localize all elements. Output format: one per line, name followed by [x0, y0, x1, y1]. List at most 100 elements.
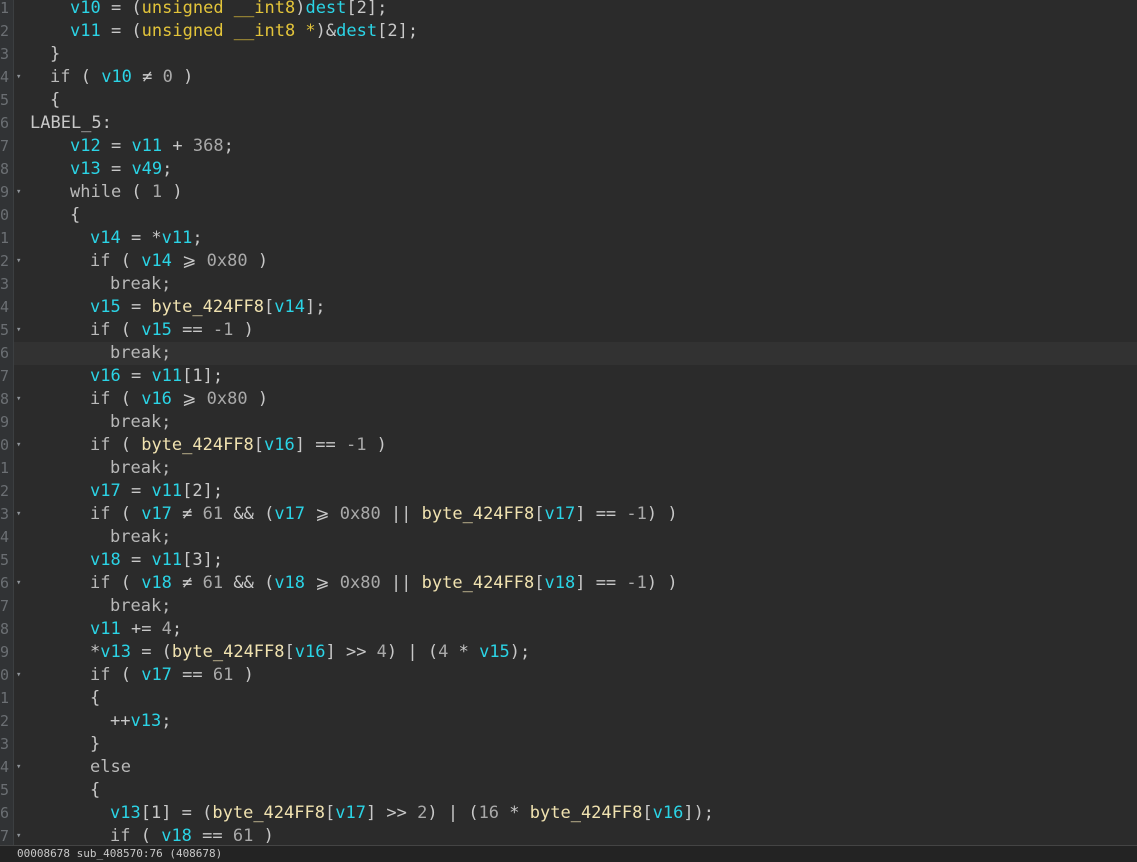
fold-chevron-icon[interactable]: ▾: [16, 434, 26, 457]
code-token-var[interactable]: v11: [162, 228, 193, 248]
code-token-fn[interactable]: byte_424FF8: [151, 297, 264, 317]
code-token-var[interactable]: v11: [151, 366, 182, 386]
code-token-var[interactable]: v13: [70, 159, 101, 179]
code-line[interactable]: if ( v17 == 61 ): [90, 664, 254, 687]
code-token-var[interactable]: v15: [141, 320, 172, 340]
code-token-var[interactable]: v13: [110, 803, 141, 823]
code-line[interactable]: if ( v14 ⩾ 0x80 ): [90, 250, 268, 273]
code-token-var[interactable]: v13: [130, 711, 161, 731]
code-token-num: -1: [345, 435, 367, 455]
code-token-var[interactable]: v12: [70, 136, 101, 156]
code-line[interactable]: {: [90, 779, 100, 802]
code-token-var[interactable]: v10: [70, 0, 101, 18]
fold-chevron-icon[interactable]: ▾: [16, 250, 26, 273]
code-line[interactable]: if ( v16 ⩾ 0x80 ): [90, 388, 268, 411]
code-token-var[interactable]: v11: [151, 481, 182, 501]
fold-chevron-icon[interactable]: ▾: [16, 664, 26, 687]
code-line[interactable]: v10 = (unsigned __int8)dest[2];: [70, 0, 387, 20]
code-line[interactable]: v14 = *v11;: [90, 227, 203, 250]
code-line[interactable]: v18 = v11[3];: [90, 549, 223, 572]
code-token-kw: break;: [110, 596, 172, 616]
code-token-var[interactable]: v11: [70, 21, 101, 41]
code-line[interactable]: if ( v18 == 61 ): [110, 825, 274, 845]
code-token-fn[interactable]: byte_424FF8: [212, 803, 325, 823]
code-token-var[interactable]: dest: [305, 0, 346, 18]
code-token-var[interactable]: v18: [141, 573, 172, 593]
code-token-op: ==: [171, 665, 213, 685]
code-line[interactable]: if ( v17 ≠ 61 && (v17 ⩾ 0x80 || byte_424…: [90, 503, 678, 526]
code-token-var[interactable]: v18: [545, 573, 576, 593]
code-token-var[interactable]: v17: [545, 504, 576, 524]
fold-chevron-icon[interactable]: ▾: [16, 319, 26, 342]
code-line[interactable]: v12 = v11 + 368;: [70, 135, 234, 158]
code-token-var[interactable]: v17: [141, 504, 172, 524]
code-line[interactable]: break;: [110, 411, 171, 434]
code-token-var[interactable]: v18: [161, 826, 192, 845]
code-line[interactable]: v11 = (unsigned __int8 *)&dest[2];: [70, 20, 418, 43]
code-line[interactable]: else: [90, 756, 131, 779]
code-token-var[interactable]: v15: [479, 642, 510, 662]
code-line[interactable]: while ( 1 ): [70, 181, 183, 204]
code-line[interactable]: {: [50, 89, 60, 112]
code-token-var[interactable]: v17: [141, 665, 172, 685]
code-token-var[interactable]: v14: [90, 228, 121, 248]
code-line[interactable]: break;: [110, 457, 171, 480]
code-line[interactable]: v11 += 4;: [90, 618, 182, 641]
code-token-fn[interactable]: byte_424FF8: [172, 642, 285, 662]
code-token-var[interactable]: v18: [90, 550, 121, 570]
code-line[interactable]: if ( v10 ≠ 0 ): [50, 66, 193, 89]
fold-chevron-icon[interactable]: ▾: [16, 572, 26, 595]
code-line[interactable]: *v13 = (byte_424FF8[v16] >> 4) | (4 * v1…: [90, 641, 530, 664]
code-line[interactable]: }: [90, 733, 100, 756]
line-number: 5: [0, 551, 9, 569]
code-token-var[interactable]: v10: [101, 67, 132, 87]
code-token-var[interactable]: v11: [131, 136, 162, 156]
fold-chevron-icon[interactable]: ▾: [16, 503, 26, 526]
code-line[interactable]: ++v13;: [110, 710, 171, 733]
code-line[interactable]: break;: [110, 526, 171, 549]
code-line[interactable]: }: [50, 43, 60, 66]
code-line[interactable]: LABEL_5:: [30, 112, 112, 135]
code-line[interactable]: if ( v15 == -1 ): [90, 319, 254, 342]
code-token-fn[interactable]: byte_424FF8: [422, 504, 535, 524]
code-token-var[interactable]: v14: [274, 297, 305, 317]
code-line[interactable]: v17 = v11[2];: [90, 480, 223, 503]
code-token-var[interactable]: v11: [90, 619, 121, 639]
code-token-var[interactable]: v17: [335, 803, 366, 823]
code-token-var[interactable]: v17: [274, 504, 305, 524]
fold-chevron-icon[interactable]: ▾: [16, 388, 26, 411]
code-token-var[interactable]: v14: [141, 251, 172, 271]
code-line[interactable]: {: [90, 687, 100, 710]
code-token-fn[interactable]: byte_424FF8: [141, 435, 254, 455]
code-token-var[interactable]: v16: [264, 435, 295, 455]
code-token-op: ||: [380, 573, 422, 593]
code-token-var[interactable]: v49: [131, 159, 162, 179]
code-line[interactable]: if ( v18 ≠ 61 && (v18 ⩾ 0x80 || byte_424…: [90, 572, 678, 595]
code-line[interactable]: break;: [110, 595, 171, 618]
code-line[interactable]: v15 = byte_424FF8[v14];: [90, 296, 325, 319]
code-line[interactable]: v13 = v49;: [70, 158, 172, 181]
code-line[interactable]: v16 = v11[1];: [90, 365, 223, 388]
code-token-var[interactable]: v17: [90, 481, 121, 501]
code-token-var[interactable]: dest: [336, 21, 377, 41]
code-line[interactable]: break;: [110, 273, 171, 296]
code-token-var[interactable]: v15: [90, 297, 121, 317]
code-token-var[interactable]: v11: [151, 550, 182, 570]
code-token-var[interactable]: v16: [141, 389, 172, 409]
code-line[interactable]: break;: [110, 342, 171, 365]
pseudocode-editor[interactable]: 1 2 3 4 5 6 7 8 9 0 1 2 3 4 5 6 7 8 9 0 1 2 3 4 5 6 7 8 9 0 1 2 3 4 5 6 7 v1…: [0, 0, 1137, 845]
code-line[interactable]: v13[1] = (byte_424FF8[v17] >> 2) | (16 *…: [110, 802, 714, 825]
code-line[interactable]: {: [70, 204, 80, 227]
code-token-var[interactable]: v16: [295, 642, 326, 662]
code-token-var[interactable]: v16: [653, 803, 684, 823]
code-token-var[interactable]: v13: [100, 642, 131, 662]
code-token-fn[interactable]: byte_424FF8: [530, 803, 643, 823]
fold-chevron-icon[interactable]: ▾: [16, 181, 26, 204]
code-token-var[interactable]: v16: [90, 366, 121, 386]
fold-chevron-icon[interactable]: ▾: [16, 66, 26, 89]
fold-chevron-icon[interactable]: ▾: [16, 825, 26, 845]
fold-chevron-icon[interactable]: ▾: [16, 756, 26, 779]
code-token-fn[interactable]: byte_424FF8: [422, 573, 535, 593]
code-token-var[interactable]: v18: [274, 573, 305, 593]
code-line[interactable]: if ( byte_424FF8[v16] == -1 ): [90, 434, 387, 457]
